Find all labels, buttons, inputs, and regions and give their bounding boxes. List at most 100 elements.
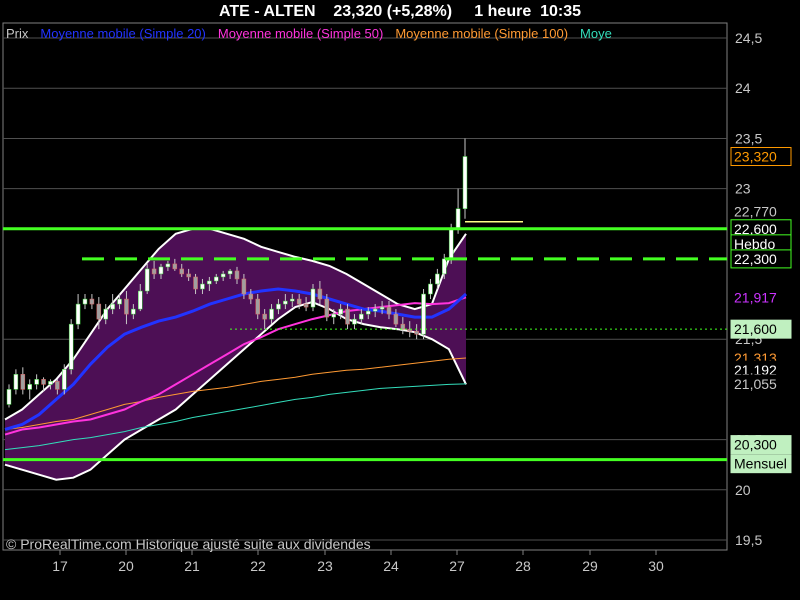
candle-body (227, 270, 233, 275)
candle-body (331, 313, 336, 318)
candle-body (124, 298, 129, 315)
candle-body (207, 280, 212, 285)
candle-body (20, 374, 26, 390)
x-tick-label: 27 (449, 558, 465, 574)
price-tag-label: Mensuel (734, 456, 787, 472)
price-tag-label: 21,600 (734, 321, 777, 337)
price-tag-label: 22,770 (734, 204, 777, 220)
price-tag-label: 20,300 (734, 437, 777, 453)
legend: Prix Moyenne mobile (Simple 20) Moyenne mo… (6, 26, 612, 41)
legend-item: Moyenne mobile (Simple 20) (40, 26, 205, 41)
candle-body (290, 298, 295, 302)
y-tick-label: 24 (735, 80, 751, 96)
candle-body (34, 379, 39, 385)
candle-body (96, 303, 102, 320)
x-tick-label: 30 (648, 558, 664, 574)
candle-body (255, 298, 260, 315)
candle-body (310, 288, 316, 308)
candle-body (55, 381, 60, 390)
candle-body (165, 263, 171, 268)
candle-body (241, 278, 247, 295)
candle-body (89, 298, 95, 305)
candle-body (296, 298, 302, 305)
price-tag-label: 22,300 (734, 251, 777, 267)
candle-body (41, 379, 46, 385)
candle-body (372, 308, 378, 312)
x-tick-label: 17 (52, 558, 68, 574)
candle-body (151, 268, 157, 275)
candle-body (462, 156, 468, 209)
candle-body (338, 308, 343, 315)
candle-body (13, 374, 19, 390)
candle-body (214, 276, 219, 282)
candle-body (62, 369, 67, 390)
y-tick-label: 24,5 (735, 30, 762, 46)
y-tick-label: 19,5 (735, 532, 762, 548)
legend-item: Prix (6, 26, 29, 41)
candle-body (366, 310, 371, 315)
candle-body (317, 288, 323, 300)
x-tick-label: 20 (118, 558, 134, 574)
candle-body (414, 330, 419, 335)
candle-body (442, 258, 447, 275)
x-tick-label: 23 (317, 558, 333, 574)
candle-body (352, 318, 357, 325)
candle-body (386, 306, 392, 315)
y-tick-label: 23 (735, 181, 751, 197)
candle-body (48, 381, 53, 385)
copyright-note: © ProRealTime.com Historique ajusté suit… (6, 536, 371, 552)
candle-body (303, 303, 309, 308)
candle-body (234, 270, 240, 280)
y-tick-label: 20 (735, 482, 751, 498)
candle-body (131, 308, 136, 315)
x-axis: 17 20 21 22 23 24 27 28 29 30 (52, 550, 664, 574)
candle-body (172, 263, 178, 270)
candle-body (379, 306, 385, 310)
candle-body (455, 208, 461, 230)
legend-item: Moyenne mobile (Simple 50) (218, 26, 383, 41)
candle-body (400, 323, 406, 330)
candle-body (200, 283, 205, 290)
x-tick-label: 28 (515, 558, 531, 574)
candle-body (117, 298, 122, 305)
y-tick-label: 23,5 (735, 130, 762, 146)
x-tick-label: 21 (184, 558, 200, 574)
candle-body (138, 290, 143, 310)
legend-item: Moyenne mobile (Simple 100) (395, 26, 568, 41)
candle-body (193, 276, 198, 290)
candle-body (110, 303, 115, 310)
bollinger-bands (4, 227, 467, 481)
bollinger-fill (5, 228, 466, 480)
candle-body (324, 298, 330, 318)
candle-body (428, 283, 433, 295)
candle-body (435, 273, 440, 285)
candle-body (269, 308, 274, 320)
candle-body (359, 313, 364, 320)
candle-body (158, 266, 164, 275)
candle-body (82, 298, 88, 305)
candle-body (283, 300, 288, 305)
price-chart[interactable]: 24,52423,52321,520,52019,5 1720212223242… (0, 0, 800, 600)
candle-body (103, 308, 108, 320)
candle-body (276, 303, 281, 310)
candle-body (248, 293, 254, 300)
x-tick-label: 24 (383, 558, 399, 574)
candle-body (186, 273, 191, 278)
candle-body (421, 293, 426, 335)
candle-body (68, 323, 74, 370)
candle-body (179, 268, 184, 275)
candle-body (448, 228, 454, 260)
candle-body (393, 313, 399, 325)
candle-body (262, 313, 267, 320)
candle-body (144, 268, 150, 292)
price-tag-label: 21,055 (734, 376, 777, 392)
candle-body (27, 384, 32, 390)
x-tick-label: 22 (250, 558, 266, 574)
candle-body (220, 273, 226, 278)
candle-body (6, 389, 12, 405)
price-tag-label: 21,917 (734, 289, 777, 305)
candle-body (75, 303, 81, 325)
price-tag-label: 23,320 (734, 149, 777, 165)
legend-item: Moye (580, 26, 612, 41)
x-tick-label: 29 (582, 558, 598, 574)
